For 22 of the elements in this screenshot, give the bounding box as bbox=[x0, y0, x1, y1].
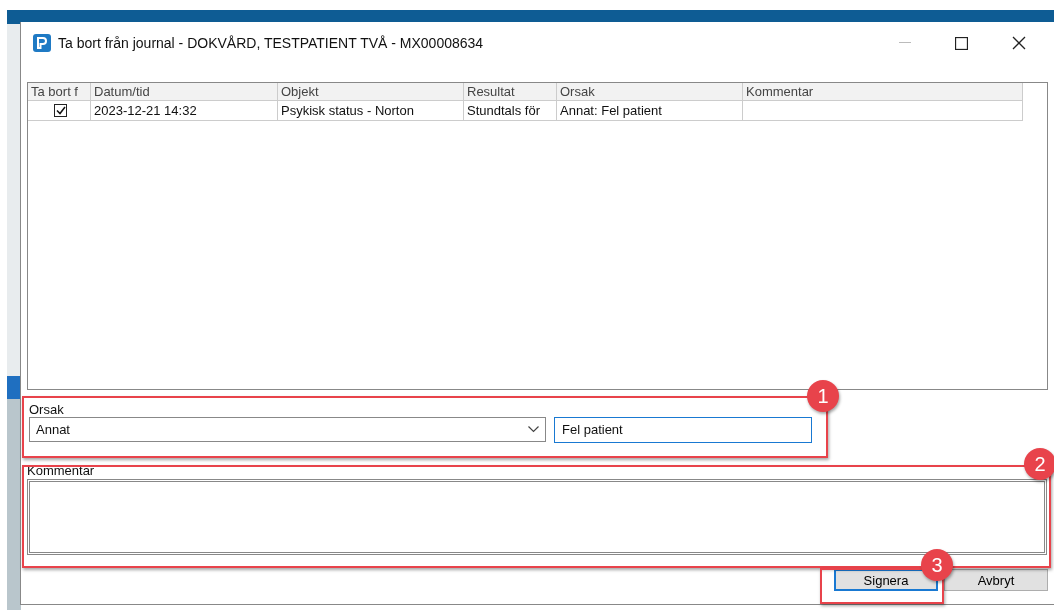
table-cell: Psykisk status - Norton bbox=[278, 101, 464, 121]
window-title: Ta bort från journal - DOKVÅRD, TESTPATIENT TVÅ - MX00008634 bbox=[58, 35, 484, 51]
field-label: Kommentar bbox=[27, 463, 95, 478]
close-icon[interactable] bbox=[1012, 36, 1026, 50]
field-label: Orsak bbox=[29, 402, 64, 417]
table-cell: Annat: Fel patient bbox=[557, 101, 743, 121]
app-logo-icon bbox=[33, 34, 51, 52]
column-header[interactable]: Kommentar bbox=[743, 83, 1023, 101]
column-header[interactable]: Resultat bbox=[464, 83, 557, 101]
chevron-down-icon bbox=[528, 426, 539, 433]
comment-text-area[interactable] bbox=[27, 479, 1047, 555]
table-cell: Stundtals för bbox=[464, 101, 557, 121]
column-header[interactable]: Orsak bbox=[557, 83, 743, 101]
table-cell: 2023-12-21 14:32 bbox=[91, 101, 278, 121]
column-header[interactable]: Datum/tid bbox=[91, 83, 278, 101]
column-header[interactable]: Objekt bbox=[278, 83, 464, 101]
checkbox[interactable] bbox=[54, 104, 67, 117]
reason-text-field[interactable]: Fel patient bbox=[554, 417, 812, 443]
maximize-icon[interactable] bbox=[955, 36, 968, 50]
reason-dropdown[interactable]: Annat bbox=[29, 417, 546, 442]
cancel-button[interactable]: Avbryt bbox=[944, 569, 1048, 591]
column-header[interactable]: Ta bort f bbox=[28, 83, 91, 101]
